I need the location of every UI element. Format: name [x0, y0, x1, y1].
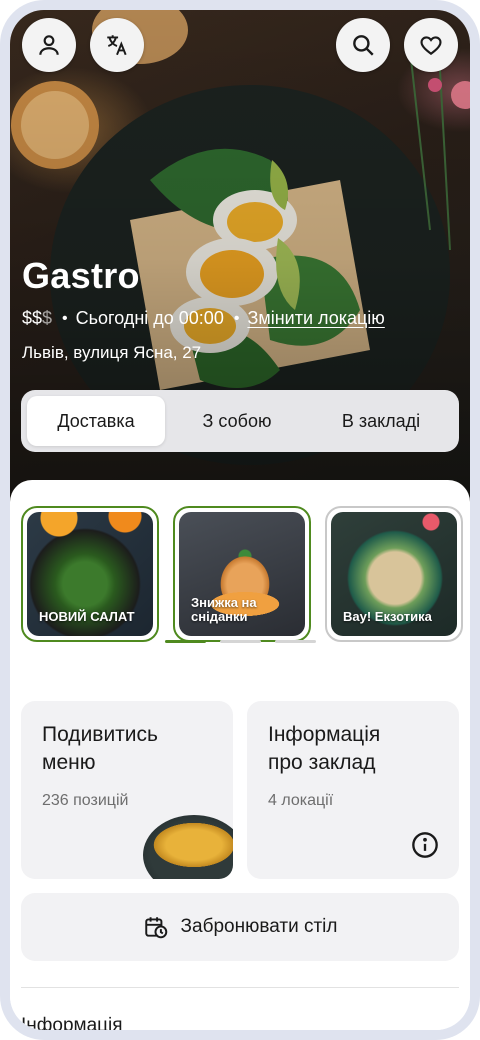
- book-table-button[interactable]: Забронювати стіл: [21, 893, 459, 961]
- info-section-heading: Інформація: [21, 1015, 123, 1030]
- story-image: Знижка на сніданки: [179, 512, 305, 636]
- heart-icon: [420, 36, 442, 55]
- venue-address: Львів, вулиця Ясна, 27: [22, 343, 202, 362]
- profile-button[interactable]: [22, 18, 76, 72]
- favorite-button[interactable]: [404, 18, 458, 72]
- stories-pager: [165, 640, 316, 643]
- story-card[interactable]: Вау! Екзотика: [325, 506, 463, 642]
- opening-hours: Сьогодні до 00:00: [75, 308, 224, 328]
- info-icon: [412, 832, 438, 858]
- change-location-link[interactable]: Змінити локацію: [247, 308, 384, 329]
- search-button[interactable]: [336, 18, 390, 72]
- venue-name: Gastro: [22, 255, 140, 296]
- story-label: НОВИЙ САЛАТ: [39, 609, 135, 624]
- translate-button[interactable]: [90, 18, 144, 72]
- story-card[interactable]: Знижка на сніданки: [173, 506, 311, 642]
- story-label: Знижка на сніданки: [191, 595, 257, 624]
- search-icon: [353, 35, 374, 56]
- screen: Gastro $$ $ • Сьогодні до 00:00 • Змінити…: [10, 10, 470, 1030]
- pager-dot[interactable]: [275, 640, 316, 643]
- view-menu-card[interactable]: Подивитись меню 236 позицій: [21, 701, 233, 879]
- pager-dot[interactable]: [220, 640, 261, 643]
- price-level-inactive: $: [42, 308, 53, 328]
- story-card[interactable]: НОВИЙ САЛАТ: [21, 506, 159, 642]
- tab-dine-in[interactable]: В закладі: [309, 396, 453, 446]
- separator-dot: •: [62, 309, 68, 327]
- venue-meta: $$ $ • Сьогодні до 00:00 • Змінити локаці…: [22, 308, 385, 329]
- service-type-switch: Доставка З собою В закладі: [21, 390, 459, 452]
- device-frame: Gastro $$ $ • Сьогодні до 00:00 • Змінити…: [0, 0, 480, 1040]
- menu-card-image: [143, 815, 233, 879]
- price-level: $$: [22, 308, 43, 328]
- venue-info-card[interactable]: Інформація про заклад 4 локації: [247, 701, 459, 879]
- story-label: Вау! Екзотика: [343, 609, 432, 624]
- separator-dot: •: [233, 309, 240, 327]
- tab-takeaway[interactable]: З собою: [165, 396, 309, 446]
- story-image: Вау! Екзотика: [331, 512, 457, 636]
- stories-carousel: НОВИЙ САЛАТ Знижка на сніданки Вау! Екзо…: [21, 506, 463, 642]
- story-image: НОВИЙ САЛАТ: [27, 512, 153, 636]
- calendar-clock-icon: [144, 917, 167, 939]
- hero-banner: Gastro $$ $ • Сьогодні до 00:00 • Змінити…: [10, 10, 470, 510]
- menu-card-title: Подивитись меню: [42, 723, 158, 774]
- profile-icon: [39, 35, 59, 55]
- section-divider: [21, 987, 459, 988]
- menu-card-count: 236 позицій: [42, 792, 129, 809]
- main-content: НОВИЙ САЛАТ Знижка на сніданки Вау! Екзо…: [10, 480, 470, 1030]
- tab-delivery[interactable]: Доставка: [27, 396, 165, 446]
- info-card-locations: 4 локації: [268, 792, 334, 809]
- book-table-label: Забронювати стіл: [180, 916, 338, 937]
- info-card-title: Інформація про заклад: [268, 723, 381, 774]
- pager-dot-active[interactable]: [165, 640, 206, 643]
- translate-icon: [107, 35, 127, 56]
